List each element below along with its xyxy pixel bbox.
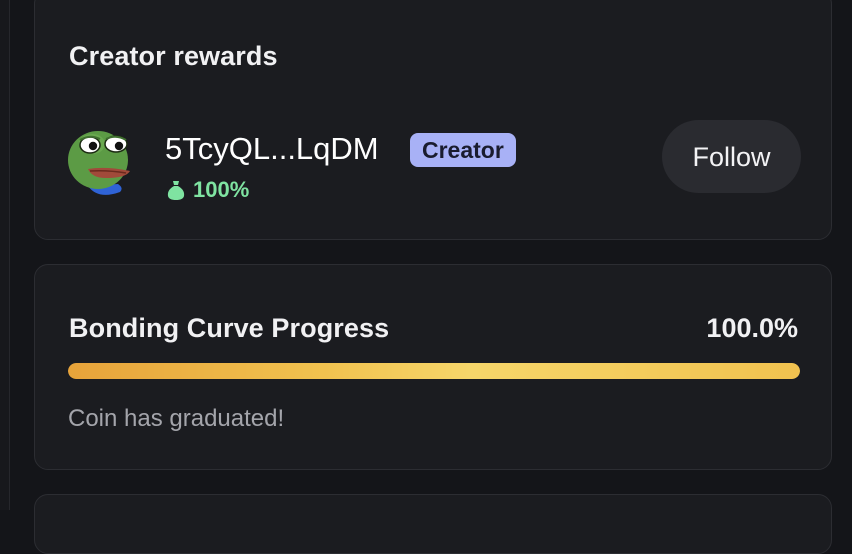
creator-avatar[interactable] <box>68 126 145 198</box>
next-card <box>34 494 832 554</box>
creator-rewards-title: Creator rewards <box>69 41 278 71</box>
creator-rewards-card: Creator rewards 5TcyQL...LqDM Creator 10… <box>34 0 832 240</box>
bonding-curve-card: Bonding Curve Progress 100.0% Coin has g… <box>34 264 832 470</box>
pepe-frog-icon <box>68 131 145 195</box>
bonding-curve-progress-bar <box>68 363 800 379</box>
bonding-curve-progress-fill <box>68 363 800 379</box>
creator-share: 100% <box>166 177 249 203</box>
bonding-curve-percent: 100.0% <box>706 313 798 343</box>
bonding-curve-status: Coin has graduated! <box>68 405 285 432</box>
creator-share-value: 100% <box>193 177 250 202</box>
creator-badge: Creator <box>410 133 516 167</box>
bonding-curve-title: Bonding Curve Progress <box>69 313 390 343</box>
creator-address[interactable]: 5TcyQL...LqDM <box>165 131 379 167</box>
money-bag-icon <box>167 181 185 200</box>
left-rail <box>0 0 10 510</box>
follow-button[interactable]: Follow <box>662 120 801 193</box>
